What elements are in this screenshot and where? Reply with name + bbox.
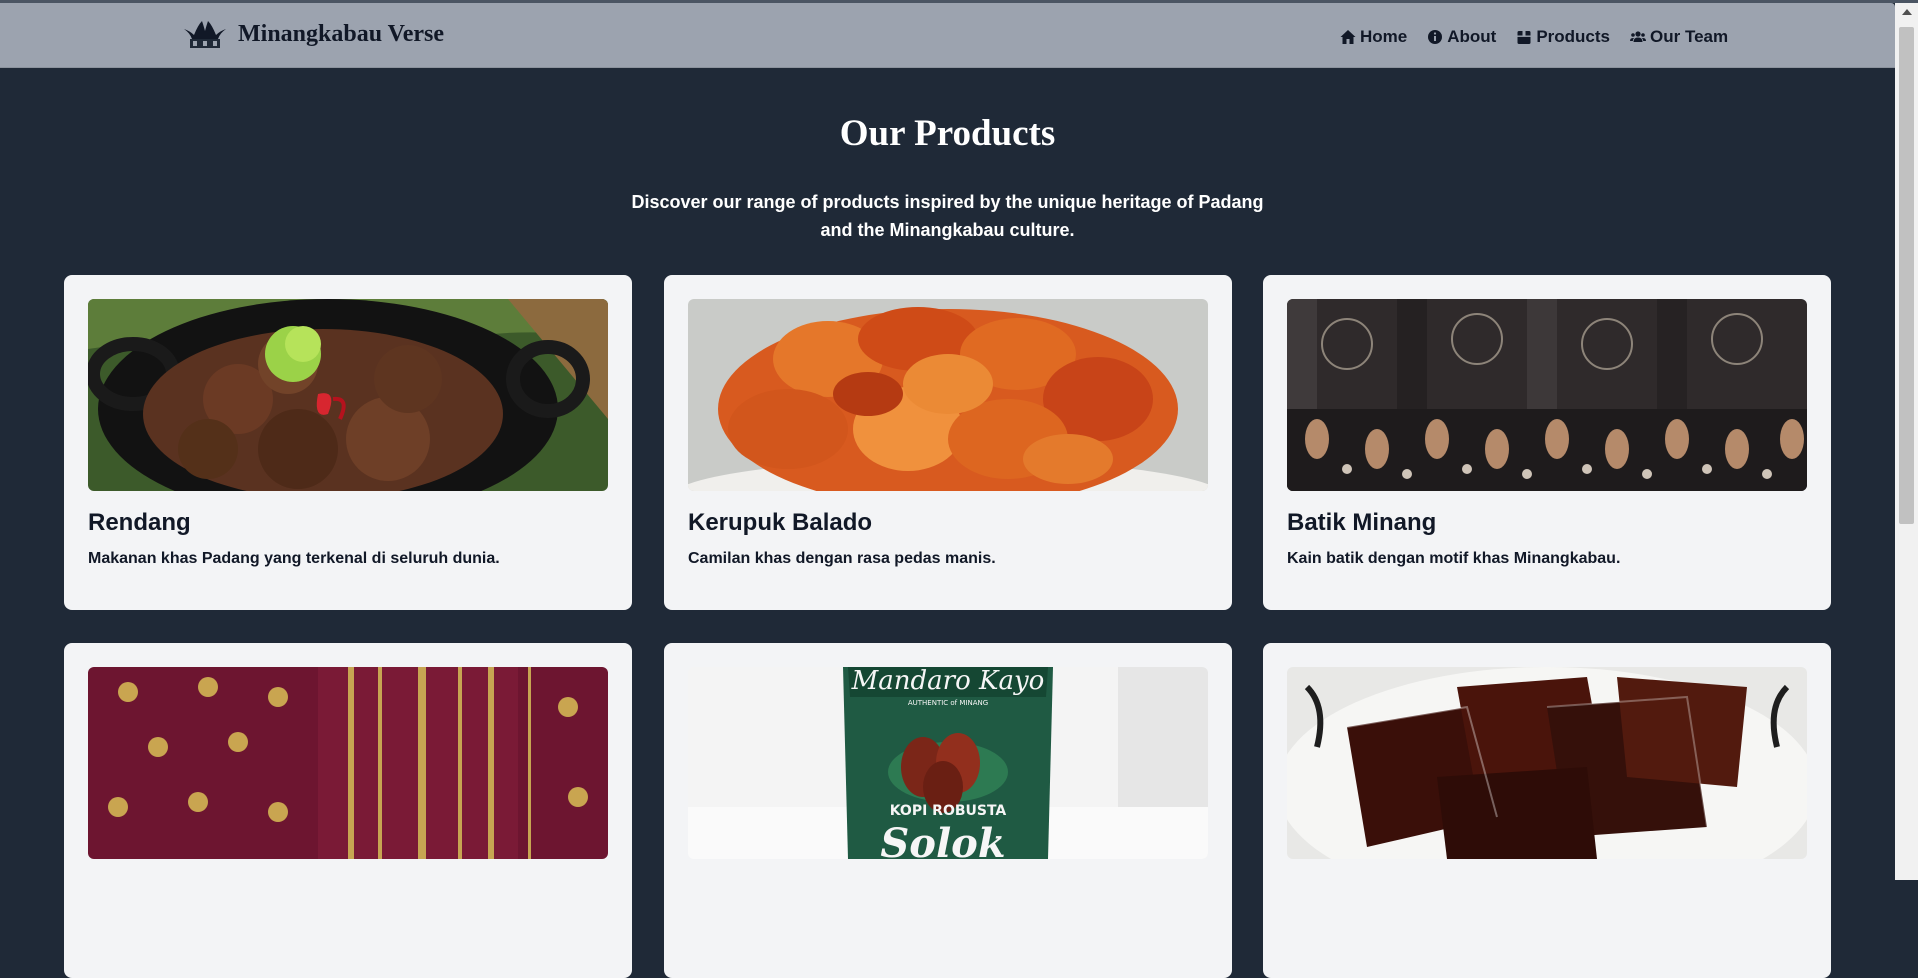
brand[interactable]: Minangkabau Verse (182, 19, 444, 49)
songket-image (88, 667, 608, 859)
nav-our-team-label: Our Team (1650, 27, 1729, 46)
nav-about-label: About (1447, 27, 1497, 46)
product-card-batik-minang[interactable]: Batik Minang Kain batik dengan motif kha… (1263, 275, 1831, 610)
product-card-kerupuk-balado[interactable]: Kerupuk Balado Camilan khas dengan rasa … (664, 275, 1232, 610)
package-origin-text: Solok (880, 820, 1005, 859)
vertical-scrollbar[interactable] (1895, 3, 1918, 880)
product-card-6[interactable] (1263, 643, 1831, 978)
scroll-up-arrow-icon[interactable] (1902, 9, 1912, 15)
users-icon (1630, 29, 1647, 45)
page-title: Our Products (839, 113, 1056, 154)
brand-name: Minangkabau Verse (238, 20, 445, 47)
product-name: Kerupuk Balado (688, 509, 873, 536)
package-tagline-text: AUTHENTIC of MINANG (908, 699, 988, 707)
page-subtitle: Discover our range of products inspired … (631, 192, 1264, 240)
main-nav: Home About Products Our Team (1340, 27, 1728, 47)
package-brand-text: Mandaro Kayo (851, 667, 1045, 696)
product-description: Camilan khas dengan rasa pedas manis. (688, 550, 996, 567)
product-card-4[interactable] (64, 643, 632, 978)
kopi-robusta-image: Mandaro Kayo AUTHENTIC of MINANG KOPI RO… (688, 667, 1208, 859)
package-type-text: KOPI ROBUSTA (890, 803, 1007, 819)
rendang-image (88, 299, 608, 491)
box-icon (1516, 29, 1532, 45)
nav-our-team[interactable]: Our Team (1630, 27, 1728, 47)
batik-minang-image (1287, 299, 1807, 491)
navbar: Minangkabau Verse Home About Products Ou… (0, 3, 1895, 68)
scrollbar-thumb[interactable] (1899, 27, 1914, 524)
kerupuk-balado-image (688, 299, 1208, 491)
product-card-5[interactable]: Mandaro Kayo AUTHENTIC of MINANG KOPI RO… (664, 643, 1232, 978)
nav-home-label: Home (1360, 27, 1408, 46)
product-description: Makanan khas Padang yang terkenal di sel… (88, 550, 500, 567)
info-icon (1427, 29, 1443, 45)
nav-products-label: Products (1536, 27, 1611, 46)
product-card-rendang[interactable]: Rendang Makanan khas Padang yang terkena… (64, 275, 632, 610)
nav-products[interactable]: Products (1516, 27, 1610, 47)
galamai-image (1287, 667, 1807, 859)
home-icon (1340, 29, 1356, 45)
nav-home[interactable]: Home (1340, 27, 1407, 47)
product-name: Rendang (88, 509, 191, 536)
nav-about[interactable]: About (1427, 27, 1496, 47)
product-name: Batik Minang (1287, 509, 1437, 536)
product-description: Kain batik dengan motif khas Minangkabau… (1287, 550, 1621, 567)
rumah-gadang-icon (184, 21, 226, 48)
